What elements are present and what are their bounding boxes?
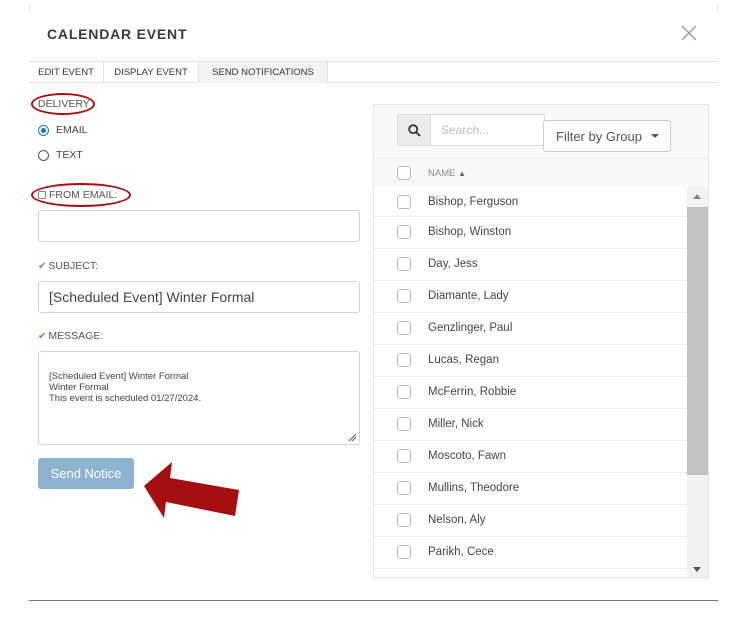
dialog-footer-divider [29, 600, 718, 601]
tab-send-notifications[interactable]: SEND NOTIFICATIONS [199, 62, 328, 83]
search-icon [407, 123, 421, 137]
annotation-arrow-icon [144, 462, 239, 518]
recipient-checkbox[interactable] [397, 545, 411, 559]
check-icon: ✔ [38, 331, 47, 342]
recipient-row[interactable]: Day, Jess [374, 249, 687, 281]
delivery-label: DELIVERY [38, 98, 90, 110]
recipients-panel: Search... Filter by Group NAME ▲ Bishop,… [373, 104, 709, 578]
resize-handle-icon[interactable] [348, 433, 357, 442]
recipient-name: Day, Jess [428, 258, 478, 270]
recipient-row[interactable]: Bishop, Winston [374, 217, 687, 249]
scrollbar-thumb[interactable] [687, 207, 708, 475]
tab-display-event[interactable]: DISPLAY EVENT [104, 62, 199, 83]
recipient-checkbox[interactable] [397, 321, 411, 335]
recipient-checkbox[interactable] [397, 481, 411, 495]
recipient-row[interactable]: McFerrin, Robbie [374, 377, 687, 409]
radio-text-button[interactable] [38, 149, 49, 161]
sort-ascending-icon: ▲ [458, 169, 467, 178]
recipient-name: McFerrin, Robbie [428, 386, 517, 398]
recipient-checkbox[interactable] [397, 225, 411, 239]
recipient-row[interactable]: Mullins, Theodore [374, 473, 687, 505]
subject-label-row: ✔ SUBJECT: [38, 260, 98, 272]
recipient-name: Diamante, Lady [428, 290, 509, 302]
recipient-name: Miller, Nick [428, 418, 484, 430]
recipient-row[interactable]: Moscoto, Fawn [374, 441, 687, 473]
chevron-down-icon [651, 134, 659, 138]
calendar-event-dialog: CALENDAR EVENT EDIT EVENT DISPLAY EVENT … [0, 0, 735, 628]
recipient-row[interactable]: Nelson, Aly [374, 505, 687, 537]
scroll-up-icon[interactable] [693, 194, 701, 199]
recipient-name: Moscoto, Fawn [428, 450, 506, 462]
from-email-label-row: FROM EMAIL: [38, 189, 117, 201]
recipient-row[interactable]: Genzlinger, Paul [374, 313, 687, 345]
recipient-row[interactable]: Miller, Nick [374, 409, 687, 441]
recipient-checkbox[interactable] [397, 513, 411, 527]
recipient-list: Bishop, Ferguson Bishop, Winston Day, Jess… [374, 187, 687, 569]
recipient-checkbox[interactable] [397, 417, 411, 431]
close-icon[interactable] [680, 24, 698, 42]
name-column-label: NAME [428, 168, 456, 179]
search-input[interactable]: Search... [431, 114, 545, 146]
scrollbar[interactable] [687, 187, 708, 577]
radio-email-label: EMAIL [56, 124, 88, 136]
subject-field[interactable]: [Scheduled Event] Winter Formal [38, 281, 360, 313]
radio-email-button[interactable] [38, 124, 49, 136]
subject-label: SUBJECT: [48, 260, 98, 272]
message-textarea[interactable]: [Scheduled Event] Winter Formal Winter F… [38, 351, 360, 445]
radio-text-label: TEXT [56, 149, 83, 161]
tab-edit-event[interactable]: EDIT EVENT [29, 62, 104, 83]
recipient-checkbox[interactable] [397, 449, 411, 463]
dialog-corner-right [717, 6, 718, 12]
from-email-label: FROM EMAIL: [49, 189, 118, 201]
dialog-title: CALENDAR EVENT [47, 26, 188, 42]
scroll-down-icon[interactable] [693, 567, 701, 572]
message-label-row: ✔ MESSAGE: [38, 330, 103, 342]
filter-by-group-dropdown[interactable]: Filter by Group [543, 120, 671, 152]
recipient-checkbox[interactable] [397, 353, 411, 367]
recipient-checkbox[interactable] [397, 385, 411, 399]
tab-bar: EDIT EVENT DISPLAY EVENT SEND NOTIFICATI… [29, 61, 718, 83]
recipient-row[interactable]: Diamante, Lady [374, 281, 687, 313]
recipient-name: Genzlinger, Paul [428, 322, 513, 334]
select-all-checkbox[interactable] [397, 166, 411, 180]
recipients-toolbar: Search... Filter by Group [374, 105, 708, 159]
check-icon: ✔ [38, 261, 47, 272]
recipient-name: Lucas, Regan [428, 354, 499, 366]
recipients-header: NAME ▲ [374, 159, 708, 187]
recipient-name: Bishop, Ferguson [428, 196, 519, 208]
recipient-row[interactable]: Parikh, Cece [374, 537, 687, 569]
recipient-row[interactable]: Bishop, Ferguson [374, 187, 687, 217]
send-notice-button[interactable]: Send Notice [38, 458, 134, 489]
recipient-name: Bishop, Winston [428, 226, 512, 238]
recipient-name: Mullins, Theodore [428, 482, 520, 494]
recipient-checkbox[interactable] [397, 289, 411, 303]
from-email-field[interactable] [38, 210, 360, 242]
message-text: [Scheduled Event] Winter Formal Winter F… [49, 371, 202, 404]
recipient-checkbox[interactable] [397, 195, 411, 209]
recipient-name: Nelson, Aly [428, 514, 486, 526]
radio-email[interactable]: EMAIL [38, 124, 88, 136]
recipient-row[interactable]: Lucas, Regan [374, 345, 687, 377]
name-column-header[interactable]: NAME ▲ [428, 168, 466, 179]
recipient-name: Parikh, Cece [428, 546, 494, 558]
dialog-corner-left [29, 6, 30, 12]
search-button[interactable] [397, 114, 431, 146]
filter-label: Filter by Group [556, 128, 642, 144]
recipient-checkbox[interactable] [397, 257, 411, 271]
message-label: MESSAGE: [48, 330, 104, 342]
radio-text[interactable]: TEXT [38, 149, 83, 161]
from-email-checkbox[interactable] [38, 191, 46, 199]
